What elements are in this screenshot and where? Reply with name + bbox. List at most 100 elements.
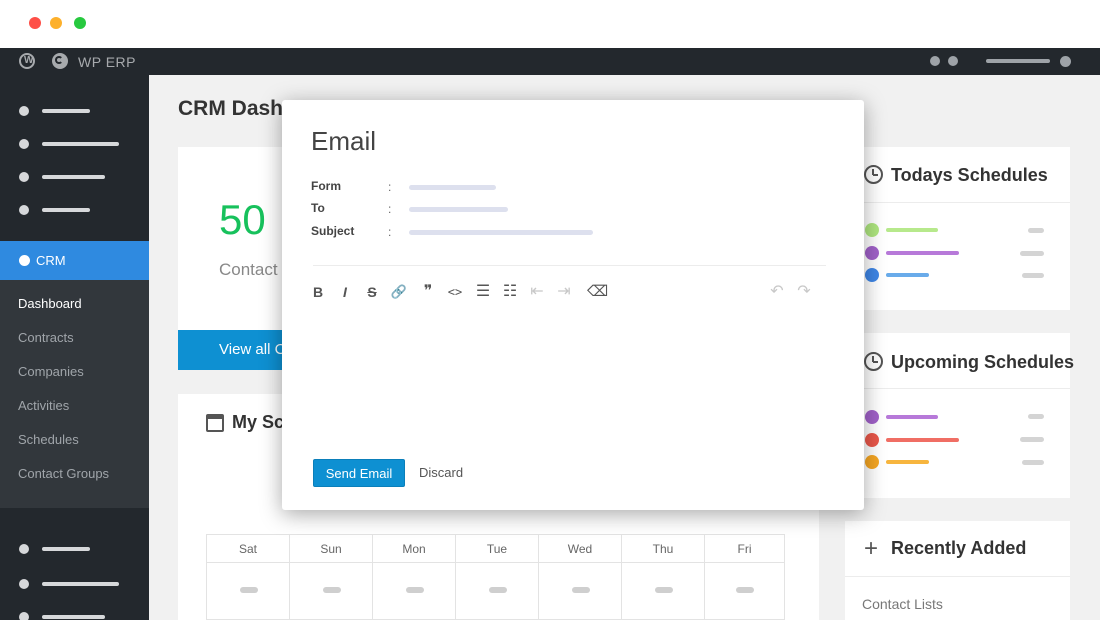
event-placeholder[interactable] bbox=[323, 587, 341, 593]
calendar-day-column[interactable]: Sun bbox=[290, 535, 373, 620]
close-window-button[interactable] bbox=[29, 17, 41, 29]
sidebar-item-crm[interactable]: CRM bbox=[0, 241, 149, 280]
calendar-day-column[interactable]: Mon bbox=[373, 535, 456, 620]
to-label: To bbox=[311, 201, 325, 215]
outdent-icon[interactable]: ⇤ bbox=[528, 282, 546, 302]
maximize-window-button[interactable] bbox=[74, 17, 86, 29]
window-titlebar bbox=[0, 0, 1100, 48]
calendar-grid: Sat Sun Mon Tue Wed Thu Fri bbox=[206, 534, 785, 620]
adminbar-dot-icon[interactable] bbox=[948, 56, 958, 66]
user-name-placeholder[interactable] bbox=[986, 59, 1050, 63]
event-placeholder[interactable] bbox=[406, 587, 424, 593]
day-header: Tue bbox=[486, 542, 508, 556]
day-header: Thu bbox=[652, 542, 674, 556]
schedule-item-placeholder[interactable] bbox=[886, 460, 929, 464]
strikethrough-icon[interactable]: S bbox=[364, 282, 380, 302]
undo-icon[interactable]: ↶ bbox=[768, 282, 786, 302]
clock-icon bbox=[864, 352, 883, 371]
divider bbox=[845, 576, 1070, 577]
code-icon[interactable]: <> bbox=[445, 282, 465, 302]
submenu-item-companies[interactable]: Companies bbox=[18, 364, 84, 379]
event-placeholder[interactable] bbox=[489, 587, 507, 593]
submenu-item-contact-groups[interactable]: Contact Groups bbox=[18, 466, 109, 481]
crm-submenu: Dashboard Contracts Companies Activities… bbox=[0, 280, 149, 508]
schedule-time-placeholder bbox=[1028, 228, 1044, 233]
from-label: Form bbox=[311, 179, 341, 193]
event-placeholder[interactable] bbox=[572, 587, 590, 593]
schedule-status-dot bbox=[865, 246, 879, 260]
adminbar-dot-icon[interactable] bbox=[930, 56, 940, 66]
italic-icon[interactable]: I bbox=[337, 282, 353, 302]
field-colon: : bbox=[388, 180, 392, 194]
from-field[interactable] bbox=[409, 185, 496, 190]
modal-title: Email bbox=[311, 126, 377, 156]
submenu-item-dashboard[interactable]: Dashboard bbox=[18, 296, 82, 311]
blockquote-icon[interactable]: ❞ bbox=[420, 282, 436, 302]
schedule-time-placeholder bbox=[1022, 460, 1044, 465]
field-colon: : bbox=[388, 202, 392, 216]
day-header: Wed bbox=[567, 542, 593, 556]
schedule-time-placeholder bbox=[1022, 273, 1044, 278]
subject-label: Subject bbox=[311, 224, 355, 238]
contact-lists-tab[interactable]: Contact Lists bbox=[862, 596, 943, 612]
admin-bar: W WP ERP bbox=[0, 48, 1100, 75]
indent-icon[interactable]: ⇥ bbox=[555, 282, 573, 302]
divider bbox=[313, 265, 826, 266]
calendar-day-column[interactable]: Tue bbox=[456, 535, 539, 620]
clear-formatting-icon[interactable]: ⌫ bbox=[587, 282, 608, 302]
to-field[interactable] bbox=[409, 207, 508, 212]
email-body-editor[interactable] bbox=[311, 315, 826, 445]
calendar-icon bbox=[206, 414, 224, 432]
ordered-list-icon[interactable]: ☷ bbox=[501, 282, 519, 302]
bold-icon[interactable]: B bbox=[310, 282, 326, 302]
link-icon[interactable]: 🔗 bbox=[390, 282, 408, 302]
calendar-day-column[interactable]: Fri bbox=[705, 535, 784, 620]
schedule-item-placeholder[interactable] bbox=[886, 415, 938, 419]
submenu-item-activities[interactable]: Activities bbox=[18, 398, 69, 413]
schedule-time-placeholder bbox=[1020, 437, 1044, 442]
clock-icon bbox=[864, 165, 883, 184]
wordpress-icon[interactable]: W bbox=[19, 53, 35, 69]
schedule-item-placeholder[interactable] bbox=[886, 251, 959, 255]
schedule-item-placeholder[interactable] bbox=[886, 438, 959, 442]
schedule-status-dot bbox=[865, 433, 879, 447]
email-modal: Email Form : To : Subject : B I S 🔗 ❞ <>… bbox=[282, 100, 864, 510]
subject-field[interactable] bbox=[409, 230, 593, 235]
schedule-status-dot bbox=[865, 410, 879, 424]
day-header: Sun bbox=[320, 542, 342, 556]
site-title[interactable]: WP ERP bbox=[78, 54, 136, 70]
my-schedules-title: My Sc bbox=[232, 412, 285, 432]
avatar[interactable] bbox=[1060, 56, 1071, 67]
event-placeholder[interactable] bbox=[655, 587, 673, 593]
redo-icon[interactable]: ↷ bbox=[795, 282, 813, 302]
schedule-item-placeholder[interactable] bbox=[886, 273, 929, 277]
send-email-button[interactable]: Send Email bbox=[313, 459, 405, 487]
view-all-label: View all C bbox=[219, 341, 286, 358]
event-placeholder[interactable] bbox=[240, 587, 258, 593]
calendar-day-column[interactable]: Wed bbox=[539, 535, 622, 620]
discard-button[interactable]: Discard bbox=[419, 465, 463, 480]
day-header: Fri bbox=[737, 542, 752, 556]
erp-logo-icon[interactable] bbox=[52, 53, 68, 69]
schedule-item-placeholder[interactable] bbox=[886, 228, 938, 232]
bullet-list-icon[interactable]: ☰ bbox=[474, 282, 492, 302]
minimize-window-button[interactable] bbox=[50, 17, 62, 29]
divider bbox=[845, 202, 1070, 203]
upcoming-schedules-title: Upcoming Schedules bbox=[891, 352, 1075, 372]
submenu-item-contracts[interactable]: Contracts bbox=[18, 330, 74, 345]
day-header: Mon bbox=[402, 542, 426, 556]
submenu-item-schedules[interactable]: Schedules bbox=[18, 432, 79, 447]
plus-icon: + bbox=[864, 535, 879, 562]
calendar-day-column[interactable]: Thu bbox=[622, 535, 705, 620]
contacts-label: Contact bbox=[219, 260, 278, 279]
field-colon: : bbox=[388, 225, 392, 239]
event-placeholder[interactable] bbox=[736, 587, 754, 593]
divider bbox=[845, 388, 1070, 389]
schedule-time-placeholder bbox=[1020, 251, 1044, 256]
admin-sidebar: CRM Dashboard Contracts Companies Activi… bbox=[0, 75, 149, 620]
page-title: CRM Dash bbox=[178, 97, 284, 120]
sidebar-item-label: CRM bbox=[36, 253, 66, 268]
calendar-day-column[interactable]: Sat bbox=[207, 535, 290, 620]
schedule-status-dot bbox=[865, 268, 879, 282]
schedule-time-placeholder bbox=[1028, 414, 1044, 419]
